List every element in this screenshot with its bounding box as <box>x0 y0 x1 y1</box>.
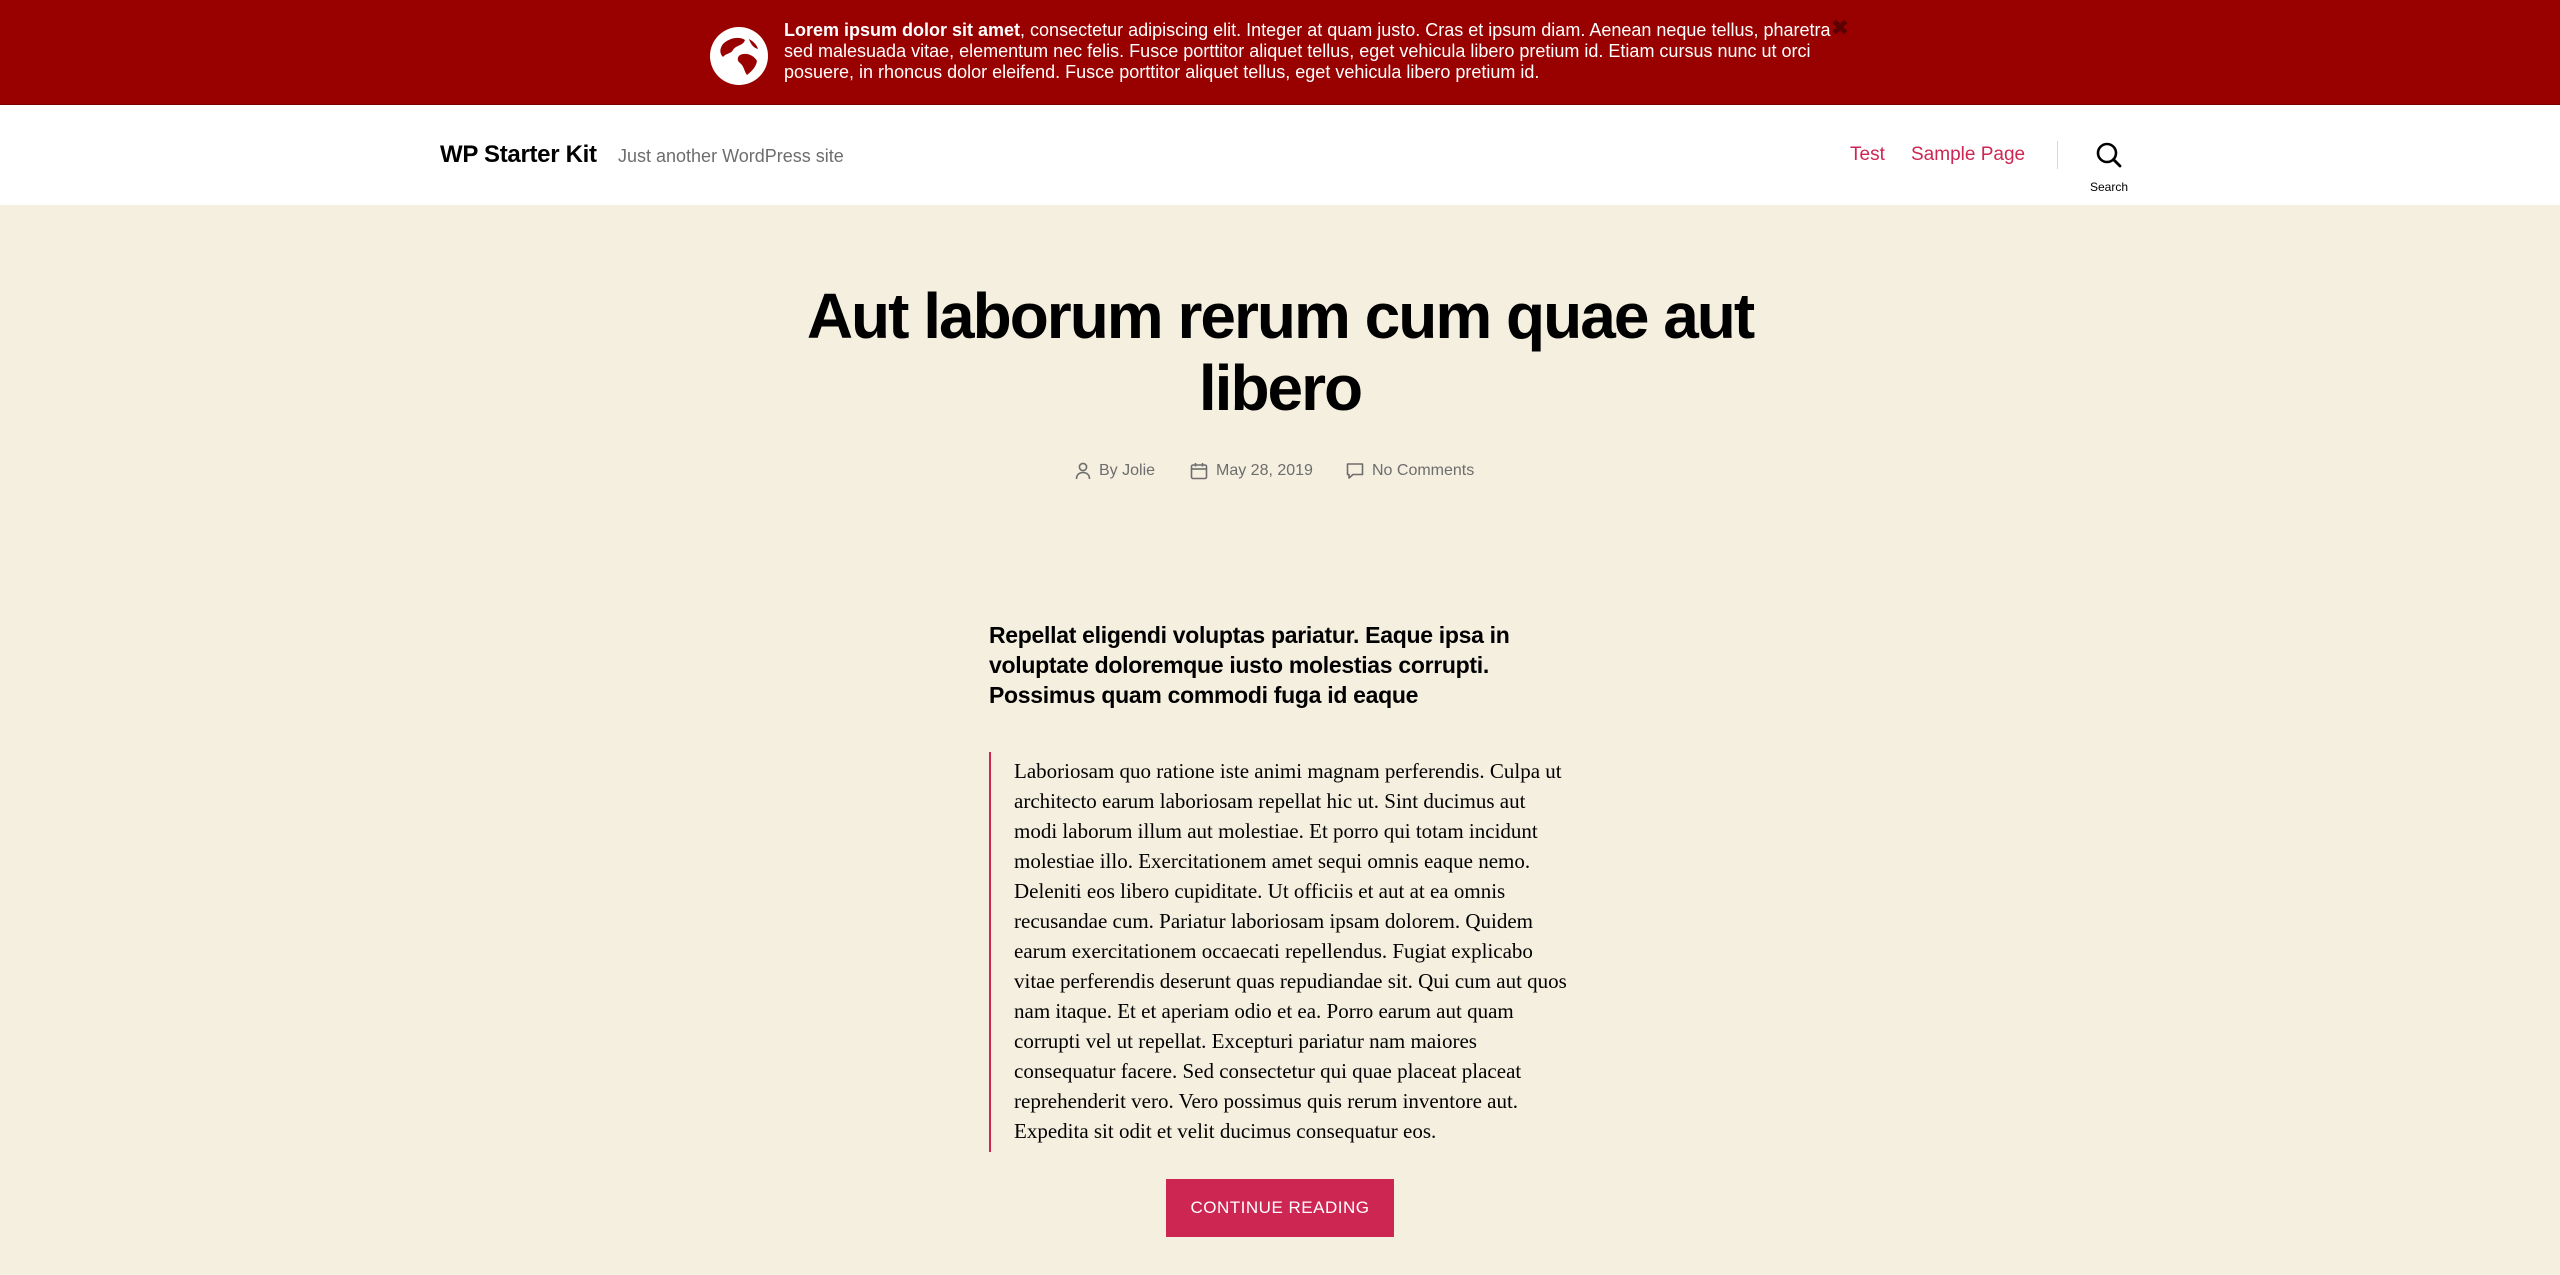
banner-close-button[interactable]: ✖ <box>1827 16 1853 42</box>
post-title: Aut laborum rerum cum quae aut libero <box>806 280 1755 424</box>
globe-icon <box>710 27 768 85</box>
notice-banner: Lorem ipsum dolor sit amet, consectetur … <box>0 0 2560 105</box>
user-icon <box>1075 462 1091 480</box>
post-meta-comments: No Comments <box>1346 460 1474 482</box>
post-intro: Repellat eligendi voluptas pariatur. Eaq… <box>989 622 1510 708</box>
calendar-icon <box>1190 463 1208 480</box>
post-comments-link[interactable]: No Comments <box>1372 462 1474 480</box>
banner-message-bold: Lorem ipsum dolor sit amet <box>784 20 1021 40</box>
header-divider <box>2057 141 2058 169</box>
nav-item-sample-page[interactable]: Sample Page <box>1911 144 2025 166</box>
post-meta-date: May 28, 2019 <box>1190 460 1313 482</box>
search-toggle-button[interactable]: Search <box>2074 141 2144 195</box>
site-title[interactable]: WP Starter Kit <box>440 141 597 169</box>
continue-reading-button[interactable]: Continue reading <box>1166 1179 1394 1237</box>
post-blockquote: Laboriosam quo ratione iste animi magnam… <box>989 752 1569 1152</box>
site-header: WP Starter Kit Just another WordPress si… <box>0 105 2560 205</box>
search-icon <box>2096 142 2122 168</box>
search-label: Search <box>2089 180 2129 194</box>
nav-item-test[interactable]: Test <box>1850 144 1885 166</box>
post-author-link[interactable]: By Jolie <box>1099 462 1155 480</box>
post-date-link[interactable]: May 28, 2019 <box>1216 462 1313 480</box>
comment-icon <box>1346 463 1364 479</box>
post-blockquote-text: Laboriosam quo ratione iste animi magnam… <box>1014 759 1567 1143</box>
banner-message: Lorem ipsum dolor sit amet, consectetur … <box>784 20 1834 83</box>
site-description: Just another WordPress site <box>618 146 844 166</box>
post-meta-author: By Jolie <box>1075 460 1155 482</box>
